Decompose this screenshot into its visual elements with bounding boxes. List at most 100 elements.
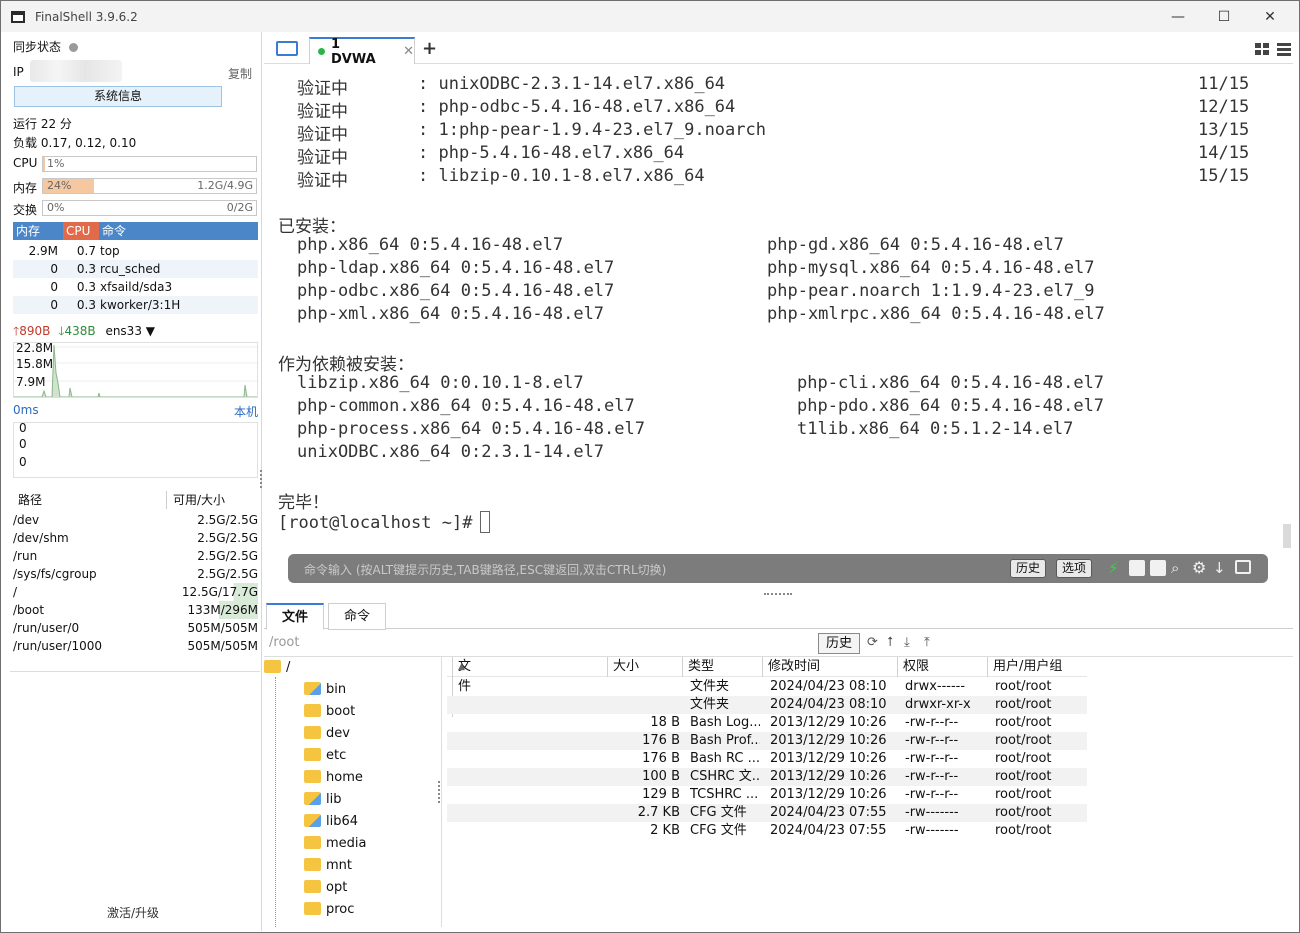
tree-node[interactable]: etc <box>304 746 346 766</box>
minimize-button[interactable]: — <box>1155 1 1201 32</box>
tree-node[interactable]: lib <box>304 790 341 810</box>
open-folder-icon[interactable] <box>276 41 298 56</box>
disk-row[interactable]: /sys/fs/cgroup 2.5G/2.5G <box>13 565 258 583</box>
cpu-label: CPU <box>13 156 38 170</box>
file-row[interactable]: .cache文件夹2024/04/23 08:10drwx------root/… <box>447 678 1087 696</box>
paste-icon[interactable] <box>1150 560 1166 576</box>
folder-icon <box>304 748 321 761</box>
tree-node[interactable]: media <box>304 834 367 854</box>
lightning-icon[interactable]: ⚡ <box>1108 560 1124 576</box>
dropdown-arrow-icon[interactable]: ▼ <box>142 324 155 338</box>
process-row[interactable]: 0 0.3 rcu_sched <box>13 260 258 278</box>
process-row[interactable]: 2.9M 0.7 top <box>13 242 258 260</box>
disk-size: 12.5G/17.7G <box>181 583 258 601</box>
disk-row[interactable]: / 12.5G/17.7G <box>13 583 258 601</box>
file-row[interactable]: .config文件夹2024/04/23 08:10drwxr-xr-xroot… <box>447 696 1087 714</box>
tree-node[interactable]: boot <box>304 702 355 722</box>
path-history-button[interactable]: 历史 <box>818 633 860 654</box>
col-type[interactable]: 类型 <box>682 657 714 677</box>
file-mtime: 2013/12/29 10:26 <box>770 787 887 802</box>
col-perm[interactable]: 权限 <box>897 657 929 677</box>
disk-row[interactable]: /run 2.5G/2.5G <box>13 547 258 565</box>
disk-row[interactable]: /boot 133M/296M <box>13 601 258 619</box>
maximize-button[interactable]: ☐ <box>1201 1 1247 32</box>
disk-row[interactable]: /dev/shm 2.5G/2.5G <box>13 529 258 547</box>
file-row[interactable]: .bash_logout18 BBash Log...2013/12/29 10… <box>447 714 1087 732</box>
download-icon[interactable]: ⤓ <box>904 635 918 650</box>
col-owner[interactable]: 用户/用户组 <box>987 657 1062 677</box>
tree-node[interactable]: mnt <box>304 856 352 876</box>
tab-commands[interactable]: 命令 <box>328 603 386 630</box>
panel-splitter[interactable] <box>764 593 792 595</box>
disk-row[interactable]: /run/user/1000 505M/505M <box>13 637 258 655</box>
history-button[interactable]: 历史 <box>1010 559 1047 578</box>
disk-row[interactable]: /dev 2.5G/2.5G <box>13 511 258 529</box>
network-interface[interactable]: ens33 <box>105 324 142 338</box>
search-icon[interactable]: ⌕ <box>1171 560 1187 576</box>
latency-host[interactable]: 本机 <box>234 403 258 420</box>
prompt-line: [root@localhost ~]# <box>278 511 491 533</box>
tree-node[interactable]: dev <box>304 724 350 744</box>
tree-node[interactable]: opt <box>304 878 347 898</box>
disk-row[interactable]: /run/user/0 505M/505M <box>13 619 258 637</box>
col-command[interactable]: 命令 <box>99 222 258 240</box>
title-bar: FinalShell 3.9.6.2 — ☐ ✕ <box>1 1 1299 32</box>
sidebar-splitter[interactable] <box>260 470 262 488</box>
tree-splitter[interactable] <box>438 781 442 803</box>
tree-node[interactable]: proc <box>304 900 354 920</box>
col-size[interactable]: 可用/大小 <box>166 491 258 509</box>
file-row[interactable]: .bash_profile176 BBash Prof...2013/12/29… <box>447 732 1087 750</box>
tree-node[interactable]: home <box>304 768 363 788</box>
term-line: : php-5.4.16-48.el7.x86_64 <box>418 143 685 163</box>
tree-node[interactable]: bin <box>304 680 346 700</box>
gear-icon[interactable]: ⚙ <box>1192 560 1208 576</box>
file-row[interactable]: .bashrc176 BBash RC ...2013/12/29 10:26-… <box>447 750 1087 768</box>
process-row[interactable]: 0 0.3 xfsaild/sda3 <box>13 278 258 296</box>
terminal[interactable]: 验证中 : unixODBC-2.3.1-14.el7.x86_64 11/15… <box>264 64 1293 596</box>
file-row[interactable]: original-ks.cfg2 KBCFG 文件2024/04/23 07:5… <box>447 822 1087 840</box>
term-line: : php-odbc-5.4.16-48.el7.x86_64 <box>418 97 736 117</box>
system-info-button[interactable]: 系统信息 <box>14 86 222 107</box>
process-row[interactable]: 0 0.3 kworker/3:1H <box>13 296 258 314</box>
file-type: TCSHRC ... <box>690 787 759 802</box>
window-icon[interactable] <box>1235 560 1251 574</box>
col-size[interactable]: 大小 <box>607 657 639 677</box>
tab-dvwa[interactable]: 1 DVWA ✕ <box>309 37 415 67</box>
activate-upgrade-link[interactable]: 激活/升级 <box>107 904 159 921</box>
close-tab-icon[interactable]: ✕ <box>403 44 414 59</box>
command-input-placeholder[interactable]: 命令输入 (按ALT键提示历史,TAB键路径,ESC键返回,双击CTRL切换) <box>304 561 666 578</box>
app-window: FinalShell 3.9.6.2 — ☐ ✕ 同步状态 IP 复制 系统信息… <box>0 0 1300 933</box>
tree-node[interactable]: lib64 <box>304 812 358 832</box>
col-cpu[interactable]: CPU <box>63 222 99 240</box>
file-row[interactable]: anaconda-ks.cfg2.7 KBCFG 文件2024/04/23 07… <box>447 804 1087 822</box>
file-size: 18 B <box>650 715 680 730</box>
refresh-icon[interactable]: ⟳ <box>867 635 881 650</box>
col-mtime[interactable]: 修改时间 <box>762 657 820 677</box>
col-mem[interactable]: 内存 <box>13 222 63 240</box>
up-dir-icon[interactable]: ⭡ <box>887 635 901 650</box>
copy-ip-link[interactable]: 复制 <box>228 65 252 82</box>
arrow-down-icon[interactable]: ↓ <box>1213 560 1229 576</box>
close-button[interactable]: ✕ <box>1247 1 1293 32</box>
add-tab-button[interactable]: + <box>422 38 437 59</box>
command-input-bar[interactable]: 命令输入 (按ALT键提示历史,TAB键路径,ESC键返回,双击CTRL切换) … <box>288 554 1268 583</box>
file-row[interactable]: .cshrc100 BCSHRC 文...2013/12/29 10:26-rw… <box>447 768 1087 786</box>
terminal-scrollbar[interactable] <box>1283 524 1291 548</box>
upload-icon[interactable]: ⤒ <box>924 635 938 650</box>
folder-link-icon <box>304 814 321 827</box>
divider <box>10 671 260 672</box>
file-row[interactable]: .tcshrc129 BTCSHRC ...2013/12/29 10:26-r… <box>447 786 1087 804</box>
tree-root[interactable]: / <box>264 658 290 678</box>
options-button[interactable]: 选项 <box>1056 559 1093 578</box>
file-type: Bash Log... <box>690 715 760 730</box>
disk-size: 133M/296M <box>187 601 258 619</box>
col-path[interactable]: 路径 <box>13 491 166 509</box>
path-input[interactable]: /root <box>269 635 299 650</box>
copy-icon[interactable] <box>1129 560 1145 576</box>
file-mtime: 2013/12/29 10:26 <box>770 769 887 784</box>
tab-files[interactable]: 文件 <box>266 603 324 630</box>
term-line: 14/15 <box>1198 143 1250 163</box>
layout-grid-icon[interactable] <box>1255 41 1293 57</box>
swap-value: 0% <box>47 201 65 214</box>
tree-label: proc <box>326 902 355 917</box>
